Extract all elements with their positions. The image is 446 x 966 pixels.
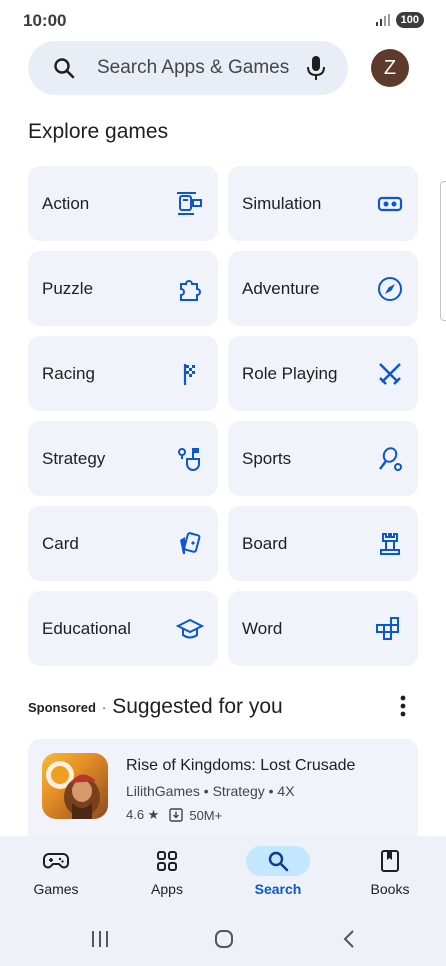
- racket-icon: [379, 447, 402, 471]
- status-bar: 10:00 100: [0, 0, 446, 40]
- app-stats: 4.6 ★ 50M+: [126, 807, 222, 823]
- nav-item-search[interactable]: Search: [233, 846, 323, 897]
- back-icon[interactable]: [340, 928, 358, 950]
- category-tile-simulation[interactable]: Simulation: [228, 166, 418, 241]
- word-tiles-icon: [376, 617, 399, 640]
- category-grid: Action Simulation Puzzle Adventure Racin…: [28, 166, 418, 666]
- app-rating: 4.6 ★: [126, 807, 160, 822]
- app-icon[interactable]: [42, 753, 108, 819]
- search-bar[interactable]: Search Apps & Games: [28, 41, 348, 95]
- category-tile-sports[interactable]: Sports: [228, 421, 418, 496]
- category-label: Action: [42, 193, 90, 213]
- book-icon: [381, 850, 399, 872]
- search-input[interactable]: Search Apps & Games: [97, 57, 289, 79]
- suggested-header: Sponsored · Suggested for you: [28, 692, 418, 722]
- category-label: Racing: [42, 363, 95, 383]
- separator: ·: [101, 699, 107, 715]
- home-icon[interactable]: [213, 928, 235, 950]
- checkered-flag-icon: [183, 364, 195, 385]
- helicopter-icon: [177, 192, 202, 215]
- category-label: Puzzle: [42, 278, 94, 298]
- category-label: Educational: [42, 618, 131, 638]
- section-title-explore-games: Explore games: [28, 120, 169, 143]
- strategy-flag-icon: [178, 448, 200, 471]
- search-icon[interactable]: [52, 56, 76, 80]
- status-icons: 100: [375, 12, 424, 28]
- category-tile-adventure[interactable]: Adventure: [228, 251, 418, 326]
- app-artwork-icon: [46, 761, 100, 819]
- crossed-swords-icon: [379, 363, 401, 385]
- cards-icon: [180, 532, 201, 554]
- nav-item-books[interactable]: Books: [345, 846, 435, 897]
- nav-item-apps[interactable]: Apps: [122, 846, 212, 897]
- app-downloads: 50M+: [189, 807, 223, 823]
- search-icon: [268, 851, 289, 872]
- category-tile-educational[interactable]: Educational: [28, 591, 218, 666]
- category-label: Simulation: [242, 193, 322, 213]
- category-tile-card[interactable]: Card: [28, 506, 218, 581]
- system-navigation-bar: [0, 928, 446, 952]
- graduation-cap-icon: [176, 618, 204, 639]
- scroll-handle[interactable]: [440, 181, 446, 321]
- category-tile-board[interactable]: Board: [228, 506, 418, 581]
- battery-indicator: 100: [395, 12, 424, 28]
- category-label: Board: [242, 533, 288, 553]
- category-tile-puzzle[interactable]: Puzzle: [28, 251, 218, 326]
- category-tile-racing[interactable]: Racing: [28, 336, 218, 411]
- avatar[interactable]: Z: [371, 49, 409, 87]
- category-label: Card: [42, 533, 79, 553]
- puzzle-piece-icon: [180, 280, 201, 301]
- category-tile-word[interactable]: Word: [228, 591, 418, 666]
- nav-item-games[interactable]: Games: [11, 846, 101, 897]
- category-label: Role Playing: [242, 363, 338, 383]
- nav-label: Apps: [151, 881, 183, 897]
- category-tile-action[interactable]: Action: [28, 166, 218, 241]
- category-tile-strategy[interactable]: Strategy: [28, 421, 218, 496]
- compass-icon: [378, 277, 402, 301]
- sponsored-label: Sponsored: [28, 699, 96, 715]
- recent-apps-icon[interactable]: [90, 928, 110, 950]
- suggested-app-card[interactable]: Rise of Kingdoms: Lost Crusade LilithGam…: [28, 739, 418, 849]
- category-label: Adventure: [242, 278, 320, 298]
- signal-icon: [375, 14, 390, 26]
- category-label: Sports: [242, 448, 292, 468]
- download-icon: [169, 808, 184, 822]
- nav-label: Search: [254, 881, 302, 897]
- apps-grid-icon: [157, 851, 177, 871]
- more-options-icon[interactable]: [398, 694, 408, 718]
- status-time: 10:00: [23, 11, 67, 30]
- category-label: Strategy: [42, 448, 106, 468]
- nav-label: Games: [33, 881, 79, 897]
- gamepad-icon: [43, 853, 69, 869]
- chess-rook-icon: [380, 533, 400, 555]
- section-title-suggested: Suggested for you: [112, 695, 283, 718]
- nav-label: Books: [370, 881, 410, 897]
- mic-icon[interactable]: [306, 55, 326, 81]
- vr-headset-icon: [377, 196, 403, 212]
- app-meta: LilithGames • Strategy • 4X: [126, 783, 295, 799]
- category-tile-role-playing[interactable]: Role Playing: [228, 336, 418, 411]
- app-name[interactable]: Rise of Kingdoms: Lost Crusade: [126, 757, 355, 775]
- category-label: Word: [242, 618, 283, 638]
